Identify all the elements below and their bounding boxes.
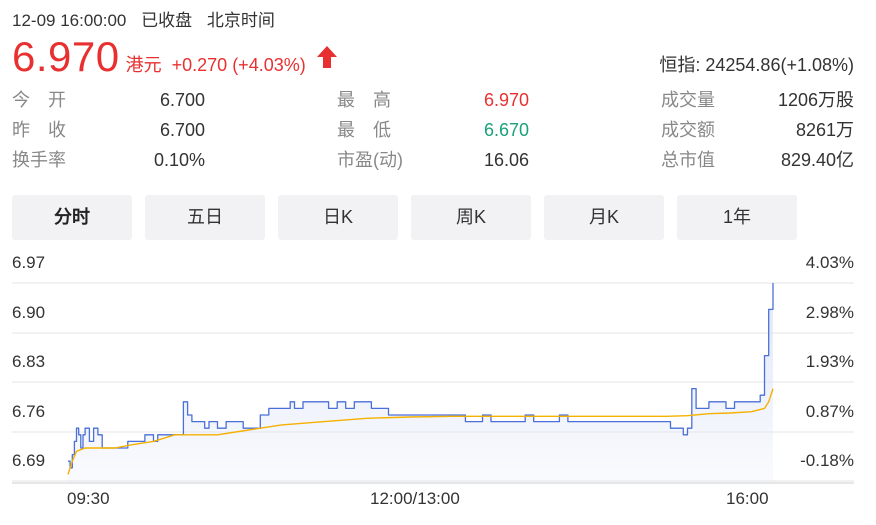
- y-tick-label: 6.97: [12, 253, 46, 272]
- stat-label: 最 高: [337, 90, 391, 110]
- up-arrow-icon: [316, 46, 337, 68]
- x-tick-label: 16:00: [726, 489, 769, 508]
- y-tick-label: 6.76: [12, 402, 46, 421]
- stat-label: 今 开: [12, 90, 66, 110]
- stat-label: 昨 收: [12, 120, 66, 140]
- y-tick-label: 6.83: [12, 352, 46, 371]
- stat-value: 6.700: [159, 120, 205, 140]
- hsi-index[interactable]: 恒指: 24254.86(+1.08%): [659, 51, 854, 77]
- market-state: 已收盘: [141, 11, 193, 30]
- stat-label: 市盈(动): [337, 150, 403, 170]
- stat-value: 6.670: [483, 120, 529, 140]
- stat-prev-close: 昨 收 6.700: [12, 117, 205, 143]
- quote-datetime: 12-09 16:00:00: [12, 11, 127, 30]
- timezone-label: 北京时间: [206, 11, 275, 30]
- stat-value: 6.970: [483, 90, 529, 110]
- stat-pe: 市盈(动) 16.06: [337, 147, 529, 173]
- y2-tick-label: 0.87%: [805, 402, 854, 421]
- y-tick-label: 6.90: [12, 303, 46, 322]
- tab-daily-k[interactable]: 日K: [278, 195, 398, 240]
- y-tick-label: 6.69: [12, 451, 46, 470]
- tab-one-year[interactable]: 1年: [677, 195, 797, 240]
- price-change: +0.270 (+4.03%): [172, 55, 306, 76]
- stat-turnover-rate: 换手率 0.10%: [12, 147, 205, 173]
- stat-low: 最 低 6.670: [337, 117, 529, 143]
- index-label: 恒指:: [659, 55, 701, 75]
- stat-high: 最 高 6.970: [337, 87, 529, 113]
- stat-value: 829.40亿: [780, 150, 854, 170]
- market-status: 12-09 16:00:00 已收盘 北京时间: [12, 6, 285, 31]
- stat-value: 1206万股: [777, 90, 854, 110]
- stat-open: 今 开 6.700: [12, 87, 205, 113]
- y2-tick-label: 4.03%: [805, 253, 854, 272]
- currency-label: 港元: [125, 55, 162, 75]
- stat-value: 0.10%: [153, 150, 205, 170]
- tab-weekly-k[interactable]: 周K: [411, 195, 531, 240]
- stat-value: 16.06: [483, 150, 529, 170]
- stat-label: 换手率: [12, 150, 66, 170]
- stat-label: 总市值: [661, 150, 715, 170]
- stat-amount: 成交额 8261万: [661, 117, 854, 143]
- stat-value: 6.700: [159, 90, 205, 110]
- intraday-chart[interactable]: 6.97 6.90 6.83 6.76 6.69 4.03% 2.98% 1.9…: [0, 245, 876, 525]
- quote-stats: 今 开 6.700 昨 收 6.700 换手率 0.10% 最 高 6.970 …: [12, 87, 854, 183]
- last-price: 6.970: [12, 33, 120, 80]
- tab-intraday[interactable]: 分时: [12, 195, 132, 240]
- change-amount: +0.270: [171, 55, 228, 75]
- stat-label: 最 低: [337, 120, 391, 140]
- stat-market-cap: 总市值 829.40亿: [661, 147, 854, 173]
- change-percent: (+4.03%): [232, 55, 306, 75]
- price-area: [68, 283, 773, 483]
- x-tick-label: 09:30: [67, 489, 110, 508]
- stat-value: 8261万: [795, 120, 854, 140]
- stat-label: 成交量: [661, 90, 715, 110]
- x-tick-label: 12:00/13:00: [370, 489, 460, 508]
- tab-five-day[interactable]: 五日: [145, 195, 265, 240]
- y2-tick-label: -0.18%: [800, 451, 854, 470]
- stat-label: 成交额: [661, 120, 715, 140]
- price-row: 6.970 港元 +0.270 (+4.03%): [12, 34, 338, 80]
- y2-tick-label: 2.98%: [805, 303, 854, 322]
- index-value: 24254.86(+1.08%): [705, 55, 854, 75]
- tab-monthly-k[interactable]: 月K: [544, 195, 664, 240]
- chart-period-tabs: 分时 五日 日K 周K 月K 1年: [12, 195, 797, 240]
- y2-tick-label: 1.93%: [805, 352, 854, 371]
- stat-volume: 成交量 1206万股: [661, 87, 854, 113]
- intraday-chart-plot: [12, 282, 854, 484]
